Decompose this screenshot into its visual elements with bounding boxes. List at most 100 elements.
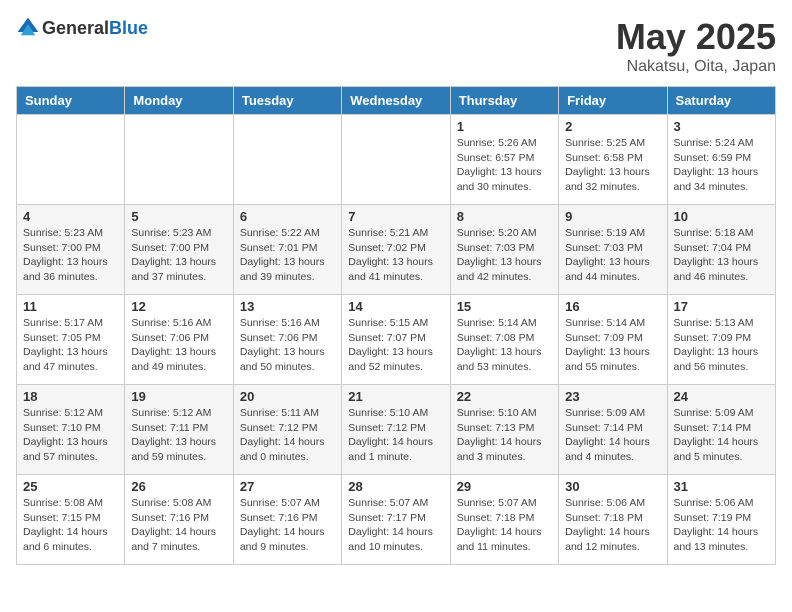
calendar-cell: 5 Sunrise: 5:23 AM Sunset: 7:00 PM Daylig…	[125, 205, 233, 295]
calendar-cell: 20Sunrise: 5:11 AM Sunset: 7:12 PM Dayli…	[233, 385, 341, 475]
weekday-header-tuesday: Tuesday	[233, 87, 341, 115]
day-info: Sunrise: 5:07 AM Sunset: 7:17 PM Dayligh…	[348, 496, 443, 555]
weekday-header-row: SundayMondayTuesdayWednesdayThursdayFrid…	[17, 87, 776, 115]
logo-icon	[16, 16, 40, 40]
day-number: 15	[457, 299, 552, 314]
calendar-week-1: 1 Sunrise: 5:26 AM Sunset: 6:57 PM Daylig…	[17, 115, 776, 205]
logo: GeneralBlue	[16, 16, 148, 40]
calendar-cell: 4 Sunrise: 5:23 AM Sunset: 7:00 PM Daylig…	[17, 205, 125, 295]
day-number: 23	[565, 389, 660, 404]
location-text: Nakatsu, Oita, Japan	[616, 58, 776, 76]
day-info: Sunrise: 5:21 AM Sunset: 7:02 PM Dayligh…	[348, 226, 443, 285]
calendar-cell: 29 Sunrise: 5:07 AM Sunset: 7:18 PM Dayli…	[450, 475, 558, 565]
day-number: 27	[240, 479, 335, 494]
day-number: 30	[565, 479, 660, 494]
day-info: Sunrise: 5:10 AM Sunset: 7:12 PM Dayligh…	[348, 406, 443, 465]
calendar-cell: 24Sunrise: 5:09 AM Sunset: 7:14 PM Dayli…	[667, 385, 775, 475]
weekday-header-thursday: Thursday	[450, 87, 558, 115]
weekday-header-wednesday: Wednesday	[342, 87, 450, 115]
day-number: 14	[348, 299, 443, 314]
day-number: 1	[457, 119, 552, 134]
day-number: 18	[23, 389, 118, 404]
day-number: 3	[674, 119, 769, 134]
day-number: 13	[240, 299, 335, 314]
day-info: Sunrise: 5:15 AM Sunset: 7:07 PM Dayligh…	[348, 316, 443, 375]
calendar-cell: 28Sunrise: 5:07 AM Sunset: 7:17 PM Dayli…	[342, 475, 450, 565]
day-number: 29	[457, 479, 552, 494]
day-number: 6	[240, 209, 335, 224]
day-number: 19	[131, 389, 226, 404]
day-number: 22	[457, 389, 552, 404]
calendar-cell: 17 Sunrise: 5:13 AM Sunset: 7:09 PM Dayli…	[667, 295, 775, 385]
day-info: Sunrise: 5:10 AM Sunset: 7:13 PM Dayligh…	[457, 406, 552, 465]
day-info: Sunrise: 5:18 AM Sunset: 7:04 PM Dayligh…	[674, 226, 769, 285]
calendar-cell: 6 Sunrise: 5:22 AM Sunset: 7:01 PM Daylig…	[233, 205, 341, 295]
calendar-cell: 2 Sunrise: 5:25 AM Sunset: 6:58 PM Daylig…	[559, 115, 667, 205]
month-title: May 2025	[616, 16, 776, 58]
calendar-cell	[125, 115, 233, 205]
calendar-cell: 3Sunrise: 5:24 AM Sunset: 6:59 PM Daylig…	[667, 115, 775, 205]
day-number: 21	[348, 389, 443, 404]
calendar-cell: 18 Sunrise: 5:12 AM Sunset: 7:10 PM Dayli…	[17, 385, 125, 475]
calendar-cell: 8Sunrise: 5:20 AM Sunset: 7:03 PM Daylig…	[450, 205, 558, 295]
calendar-cell: 31Sunrise: 5:06 AM Sunset: 7:19 PM Dayli…	[667, 475, 775, 565]
calendar-cell: 26Sunrise: 5:08 AM Sunset: 7:16 PM Dayli…	[125, 475, 233, 565]
day-info: Sunrise: 5:12 AM Sunset: 7:10 PM Dayligh…	[23, 406, 118, 465]
day-info: Sunrise: 5:16 AM Sunset: 7:06 PM Dayligh…	[240, 316, 335, 375]
day-info: Sunrise: 5:19 AM Sunset: 7:03 PM Dayligh…	[565, 226, 660, 285]
calendar-cell: 16Sunrise: 5:14 AM Sunset: 7:09 PM Dayli…	[559, 295, 667, 385]
calendar-cell: 9Sunrise: 5:19 AM Sunset: 7:03 PM Daylig…	[559, 205, 667, 295]
calendar-cell	[17, 115, 125, 205]
title-block: May 2025 Nakatsu, Oita, Japan	[616, 16, 776, 76]
day-info: Sunrise: 5:23 AM Sunset: 7:00 PM Dayligh…	[131, 226, 226, 285]
day-info: Sunrise: 5:06 AM Sunset: 7:18 PM Dayligh…	[565, 496, 660, 555]
weekday-header-monday: Monday	[125, 87, 233, 115]
calendar-cell: 23 Sunrise: 5:09 AM Sunset: 7:14 PM Dayli…	[559, 385, 667, 475]
weekday-header-friday: Friday	[559, 87, 667, 115]
day-number: 4	[23, 209, 118, 224]
day-info: Sunrise: 5:09 AM Sunset: 7:14 PM Dayligh…	[565, 406, 660, 465]
day-info: Sunrise: 5:07 AM Sunset: 7:18 PM Dayligh…	[457, 496, 552, 555]
day-info: Sunrise: 5:08 AM Sunset: 7:16 PM Dayligh…	[131, 496, 226, 555]
day-number: 12	[131, 299, 226, 314]
page-header: GeneralBlue May 2025 Nakatsu, Oita, Japa…	[16, 16, 776, 76]
calendar-week-5: 25Sunrise: 5:08 AM Sunset: 7:15 PM Dayli…	[17, 475, 776, 565]
day-number: 24	[674, 389, 769, 404]
calendar-cell: 21 Sunrise: 5:10 AM Sunset: 7:12 PM Dayli…	[342, 385, 450, 475]
calendar-week-3: 11 Sunrise: 5:17 AM Sunset: 7:05 PM Dayli…	[17, 295, 776, 385]
logo-general-text: General	[42, 18, 109, 38]
day-info: Sunrise: 5:16 AM Sunset: 7:06 PM Dayligh…	[131, 316, 226, 375]
day-info: Sunrise: 5:26 AM Sunset: 6:57 PM Dayligh…	[457, 136, 552, 195]
calendar-cell: 10 Sunrise: 5:18 AM Sunset: 7:04 PM Dayli…	[667, 205, 775, 295]
calendar-cell	[342, 115, 450, 205]
day-number: 16	[565, 299, 660, 314]
day-info: Sunrise: 5:07 AM Sunset: 7:16 PM Dayligh…	[240, 496, 335, 555]
day-number: 8	[457, 209, 552, 224]
day-info: Sunrise: 5:23 AM Sunset: 7:00 PM Dayligh…	[23, 226, 118, 285]
day-info: Sunrise: 5:13 AM Sunset: 7:09 PM Dayligh…	[674, 316, 769, 375]
day-info: Sunrise: 5:25 AM Sunset: 6:58 PM Dayligh…	[565, 136, 660, 195]
calendar-cell: 11 Sunrise: 5:17 AM Sunset: 7:05 PM Dayli…	[17, 295, 125, 385]
day-info: Sunrise: 5:14 AM Sunset: 7:08 PM Dayligh…	[457, 316, 552, 375]
calendar-cell: 25Sunrise: 5:08 AM Sunset: 7:15 PM Dayli…	[17, 475, 125, 565]
day-number: 20	[240, 389, 335, 404]
day-number: 31	[674, 479, 769, 494]
calendar-cell: 1 Sunrise: 5:26 AM Sunset: 6:57 PM Daylig…	[450, 115, 558, 205]
day-number: 17	[674, 299, 769, 314]
day-number: 7	[348, 209, 443, 224]
day-info: Sunrise: 5:17 AM Sunset: 7:05 PM Dayligh…	[23, 316, 118, 375]
weekday-header-saturday: Saturday	[667, 87, 775, 115]
weekday-header-sunday: Sunday	[17, 87, 125, 115]
day-number: 2	[565, 119, 660, 134]
day-number: 5	[131, 209, 226, 224]
calendar-cell: 22 Sunrise: 5:10 AM Sunset: 7:13 PM Dayli…	[450, 385, 558, 475]
calendar-cell: 7 Sunrise: 5:21 AM Sunset: 7:02 PM Daylig…	[342, 205, 450, 295]
day-number: 10	[674, 209, 769, 224]
calendar-cell	[233, 115, 341, 205]
calendar-cell: 15 Sunrise: 5:14 AM Sunset: 7:08 PM Dayli…	[450, 295, 558, 385]
calendar-cell: 27 Sunrise: 5:07 AM Sunset: 7:16 PM Dayli…	[233, 475, 341, 565]
day-info: Sunrise: 5:22 AM Sunset: 7:01 PM Dayligh…	[240, 226, 335, 285]
day-number: 11	[23, 299, 118, 314]
calendar-week-4: 18 Sunrise: 5:12 AM Sunset: 7:10 PM Dayli…	[17, 385, 776, 475]
calendar-cell: 13 Sunrise: 5:16 AM Sunset: 7:06 PM Dayli…	[233, 295, 341, 385]
